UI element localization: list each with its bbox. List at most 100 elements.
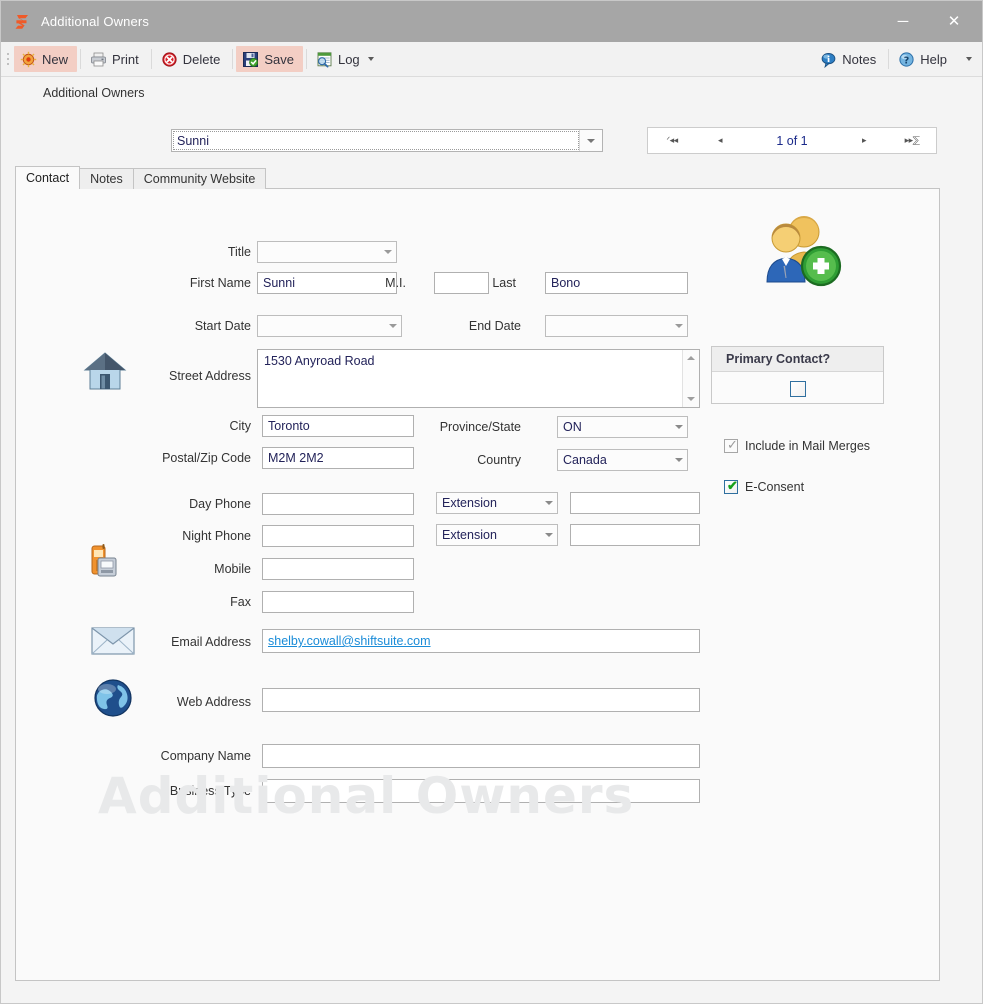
toolbar: New Print Delete Save Log Notes ? Help [1,42,982,77]
city-value: Toronto [268,419,310,433]
primary-contact-header: Primary Contact? [712,347,883,372]
house-icon [82,350,128,392]
end-date-select[interactable] [545,315,688,337]
toolbar-overflow-chevron-down-icon[interactable] [966,57,972,61]
street-address-scrollbar[interactable] [682,350,699,407]
night-extension-input[interactable] [570,524,700,546]
last-name-value: Bono [551,276,581,290]
email-address-link[interactable]: shelby.cowall@shiftsuite.com [263,634,431,648]
chevron-down-icon [384,250,392,254]
chevron-down-icon [545,533,553,537]
title-bar: Additional Owners ─ ✕ [1,1,982,42]
tab-contact[interactable]: Contact [15,166,81,189]
mobile-label: Mobile [214,562,251,576]
title-select[interactable] [257,241,397,263]
street-address-value: 1530 Anyroad Road [264,354,375,368]
night-extension-select[interactable]: Extension [436,524,558,546]
tab-community-website[interactable]: Community Website [132,168,267,189]
minimize-button[interactable]: ─ [880,1,926,42]
nav-first-button[interactable]: ᐟ◂◂ [648,135,696,146]
title-field-label: Title [227,245,251,259]
record-selector-combo[interactable]: Sunni [171,129,603,152]
new-button[interactable]: New [14,46,78,72]
notes-button[interactable]: Notes [814,46,885,72]
nav-last-button[interactable]: ▸▸⅀ [888,135,936,146]
first-name-label: First Name [189,276,251,290]
primary-contact-checkbox[interactable] [789,380,806,397]
day-extension-input[interactable] [570,492,700,514]
include-mail-merges-label: Include in Mail Merges [745,439,871,453]
delete-button[interactable]: Delete [155,46,230,72]
day-extension-select[interactable]: Extension [436,492,558,514]
chevron-down-icon [675,425,683,429]
toolbar-right-group: Notes ? Help [814,46,982,72]
chevron-down-icon [675,324,683,328]
save-button[interactable]: Save [236,46,303,72]
postal-zip-input[interactable]: M2M 2M2 [262,447,414,469]
tab-community-website-label: Community Website [143,172,256,186]
e-consent-row[interactable]: ✔ E-Consent [724,478,804,494]
tab-strip: Contact Notes Community Website [15,166,267,189]
check-icon: ✔ [727,478,738,493]
street-address-textarea[interactable]: 1530 Anyroad Road [257,349,700,408]
company-name-input[interactable] [262,744,700,768]
web-address-label: Web Address [176,695,251,709]
help-question-icon: ? [898,51,915,68]
record-navigator: ᐟ◂◂ ◂ 1 of 1 ▸ ▸▸⅀ [647,127,937,154]
email-address-input[interactable]: shelby.cowall@shiftsuite.com [262,629,700,653]
nav-position-text: 1 of 1 [776,133,808,148]
night-extension-label: Extension [442,528,497,542]
e-consent-checkbox[interactable]: ✔ [724,478,738,494]
watermark-text: Additional Owners [98,767,635,825]
end-date-label: End Date [468,319,521,333]
web-address-input[interactable] [262,688,700,712]
window-controls: ─ ✕ [880,1,982,42]
city-input[interactable]: Toronto [262,415,414,437]
scroll-up-icon[interactable] [683,350,699,366]
help-button-label: Help [920,51,947,67]
new-record-icon [20,51,37,68]
add-owners-icon [756,214,848,294]
mi-label: M.I. [385,276,406,290]
primary-contact-box: Primary Contact? [711,346,884,404]
close-button[interactable]: ✕ [926,1,982,42]
toolbar-separator [80,49,82,69]
log-button[interactable]: Log [310,46,383,72]
save-disk-icon [242,51,259,68]
mobile-input[interactable] [262,558,414,580]
postal-zip-label: Postal/Zip Code [162,451,251,465]
country-value: Canada [563,453,607,467]
print-button[interactable]: Print [84,46,148,72]
tab-notes-label: Notes [90,172,123,186]
scroll-down-icon[interactable] [683,391,699,407]
start-date-label: Start Date [194,319,251,333]
log-button-label: Log [337,51,360,67]
country-select[interactable]: Canada [557,449,688,471]
tab-notes[interactable]: Notes [79,168,134,189]
record-selector-chevron-down-icon[interactable] [579,130,602,151]
start-date-select[interactable] [257,315,402,337]
city-label: City [229,419,251,433]
first-name-value: Sunni [263,276,295,290]
fax-input[interactable] [262,591,414,613]
chevron-down-icon [389,324,397,328]
nav-prev-button[interactable]: ◂ [696,135,744,146]
toolbar-separator [305,49,307,69]
window-title: Additional Owners [41,14,150,29]
toolbar-grip[interactable] [4,48,12,70]
primary-contact-body [712,372,883,405]
night-phone-label: Night Phone [182,529,251,543]
night-phone-input[interactable] [262,525,414,547]
day-phone-input[interactable] [262,493,414,515]
shiftsuite-logo-icon [13,13,31,31]
printer-icon [90,51,107,68]
province-state-select[interactable]: ON [557,416,688,438]
last-name-input[interactable]: Bono [545,272,688,294]
include-mail-merges-row[interactable]: ✓ Include in Mail Merges [724,438,871,453]
toolbar-separator [150,49,152,69]
svg-text:?: ? [904,55,910,66]
nav-next-button[interactable]: ▸ [840,135,888,146]
email-address-label: Email Address [171,635,251,649]
help-button[interactable]: ? Help [892,46,956,72]
include-mail-merges-checkbox[interactable]: ✓ [724,438,738,453]
